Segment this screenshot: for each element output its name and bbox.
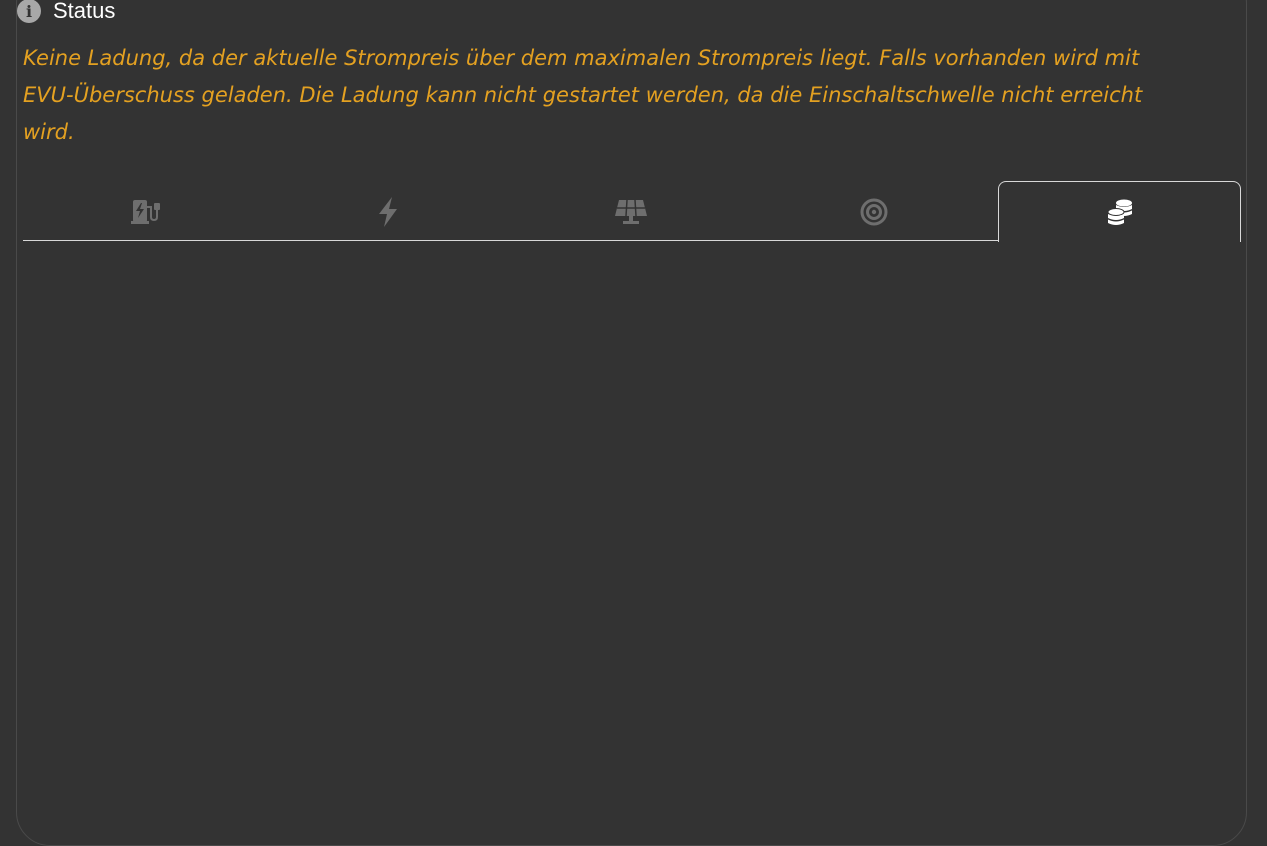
tab-bar — [23, 181, 1241, 242]
tab-charging[interactable] — [23, 181, 266, 242]
target-icon — [860, 198, 887, 225]
charging-station-icon — [130, 199, 160, 224]
solar-panel-icon — [614, 199, 647, 224]
tab-target[interactable] — [752, 181, 995, 242]
status-message: Keine Ladung, da der aktuelle Strompreis… — [23, 46, 1143, 144]
status-header: i Status — [17, 0, 115, 24]
bolt-icon — [378, 196, 397, 227]
tab-prices[interactable] — [998, 181, 1241, 242]
status-title: Status — [53, 0, 116, 23]
coins-icon — [1107, 199, 1132, 225]
tab-solar[interactable] — [509, 181, 752, 242]
tab-power[interactable] — [266, 181, 509, 242]
info-icon: i — [17, 0, 41, 23]
